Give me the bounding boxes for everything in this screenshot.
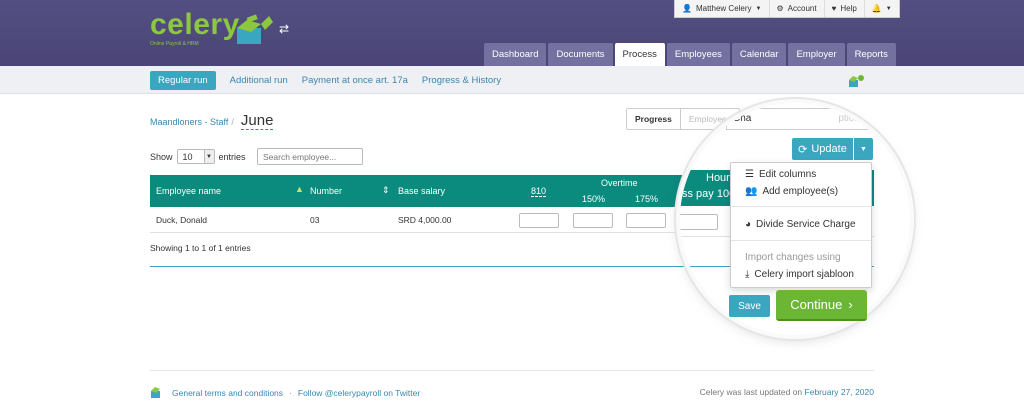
- subnav-progress-history[interactable]: Progress & History: [422, 75, 501, 86]
- menu-divide-service-charge-label: Divide Service Charge: [756, 219, 856, 230]
- show-label: Show: [150, 151, 173, 162]
- table-info: Showing 1 to 1 of 1 entries: [150, 243, 251, 253]
- nav-documents[interactable]: Documents: [548, 43, 613, 66]
- page-size-select[interactable]: 10 ▼: [176, 149, 215, 164]
- page-size-control: Show 10 ▼ entries: [150, 149, 246, 164]
- subnav-regular-run[interactable]: Regular run: [150, 71, 216, 90]
- continue-label: Continue: [790, 297, 843, 312]
- nav-dashboard[interactable]: Dashboard: [484, 43, 547, 66]
- menu-divider: [731, 206, 871, 207]
- heart-icon: ♥: [831, 4, 837, 13]
- search-employee-input[interactable]: [257, 148, 363, 165]
- nav-employees[interactable]: Employees: [666, 43, 730, 66]
- pie-chart-icon: ◕: [745, 219, 752, 230]
- account-menu[interactable]: ⚙ Account: [770, 0, 825, 17]
- toggle-changes[interactable]: Cha ptions: [726, 108, 874, 130]
- menu-celery-import[interactable]: ⤓ Celery import sjabloon: [745, 269, 854, 280]
- footer-celery-icon: [150, 385, 166, 401]
- col-code-810[interactable]: 810: [531, 186, 547, 197]
- toggle-progress[interactable]: Progress: [627, 109, 681, 129]
- menu-edit-columns[interactable]: ☰ Edit columns: [745, 169, 816, 180]
- sub-nav: Regular run Additional run Payment at on…: [0, 66, 1024, 94]
- user-topbar: 👤 Matthew Celery ▼ ⚙ Account ♥ Help 🔔 ▼: [674, 0, 900, 18]
- save-button[interactable]: Save: [729, 295, 770, 317]
- logo-wordmark: celery: [150, 8, 240, 41]
- breadcrumb: Maandloners - Staff / June: [150, 112, 274, 130]
- user-icon: 👤: [682, 4, 692, 13]
- user-menu[interactable]: 👤 Matthew Celery ▼: [675, 0, 770, 17]
- user-name: Matthew Celery: [695, 4, 752, 13]
- input-gross-pay[interactable]: [680, 214, 718, 230]
- continue-button[interactable]: Continue ›: [776, 290, 867, 321]
- columns-icon: ☰: [745, 169, 754, 180]
- cell-base-salary: SRD 4,000.00: [398, 215, 452, 225]
- update-button[interactable]: ⟳ Update: [792, 138, 853, 160]
- nav-calendar[interactable]: Calendar: [731, 43, 787, 66]
- col-employee-name[interactable]: Employee name: [156, 186, 221, 196]
- menu-divide-service-charge[interactable]: ◕ Divide Service Charge: [745, 219, 856, 230]
- page-size-value: 10: [182, 151, 193, 162]
- caret-down-icon: ▼: [203, 150, 214, 163]
- input-code-810[interactable]: [519, 213, 559, 228]
- col-overtime: Overtime: [601, 178, 638, 188]
- input-overtime-150[interactable]: [573, 213, 613, 228]
- sort-both-icon[interactable]: ⇕: [382, 185, 390, 196]
- menu-divider: [731, 240, 871, 241]
- nav-employer[interactable]: Employer: [788, 43, 845, 66]
- page-footer: General terms and conditions · Follow @c…: [150, 370, 874, 407]
- logo-tagline: Online Payroll & HRM: [150, 41, 199, 47]
- cell-employee-name: Duck, Donald: [156, 215, 208, 225]
- add-user-icon: 👥: [745, 186, 758, 197]
- refresh-icon: ⟳: [798, 143, 808, 156]
- breadcrumb-separator: /: [231, 117, 234, 127]
- subnav-additional-run[interactable]: Additional run: [230, 75, 288, 86]
- entries-label: entries: [218, 151, 246, 162]
- breadcrumb-parent[interactable]: Maandloners - Staff: [150, 117, 228, 127]
- last-updated-date[interactable]: February 27, 2020: [805, 387, 874, 397]
- subnav-payment-at-once[interactable]: Payment at once art. 17a: [302, 75, 408, 86]
- main-nav: Dashboard Documents Process Employees Ca…: [484, 43, 896, 66]
- update-dropdown-toggle[interactable]: ▼: [854, 138, 873, 160]
- menu-import-header: Import changes using: [745, 252, 841, 263]
- terms-link[interactable]: General terms and conditions: [172, 388, 283, 398]
- twitter-link[interactable]: Follow @celerypayroll on Twitter: [298, 388, 420, 398]
- toggle-changes-label: Cha: [733, 113, 752, 124]
- sort-asc-icon[interactable]: ▲: [295, 184, 304, 194]
- celery-logo[interactable]: celery Online Payroll & HRM: [150, 8, 240, 48]
- menu-edit-columns-label: Edit columns: [758, 169, 817, 180]
- cell-number: 03: [310, 215, 320, 225]
- col-overtime-150[interactable]: 150%: [582, 194, 605, 204]
- nav-process[interactable]: Process: [614, 43, 665, 66]
- help-menu[interactable]: ♥ Help: [825, 0, 865, 17]
- toggle-options-label: ptions: [838, 113, 865, 124]
- help-label: Help: [840, 4, 857, 13]
- update-dropdown-menu: ☰ Edit columns 👥 Add employee(s) ◕ Divid…: [730, 162, 872, 288]
- input-overtime-175[interactable]: [626, 213, 666, 228]
- gear-icon: ⚙: [776, 4, 784, 13]
- import-icon: ⤓: [745, 269, 750, 280]
- col-base-salary[interactable]: Base salary: [398, 186, 445, 196]
- footer-separator: ·: [289, 388, 292, 398]
- caret-down-icon: ▼: [755, 5, 762, 12]
- caret-down-icon: ▼: [885, 5, 892, 12]
- caret-down-icon: ▼: [860, 145, 867, 153]
- switch-company-icon[interactable]: ⇄: [279, 22, 289, 36]
- last-updated-prefix: Celery was last updated on: [699, 387, 803, 397]
- bell-icon: 🔔: [871, 4, 882, 13]
- col-overtime-175[interactable]: 175%: [635, 194, 658, 204]
- account-label: Account: [787, 4, 817, 13]
- chevron-right-icon: ›: [848, 297, 853, 312]
- col-number[interactable]: Number: [310, 186, 342, 196]
- app-header: celery Online Payroll & HRM ⇄ 👤 Matthew …: [0, 0, 1024, 66]
- celery-badge-icon[interactable]: [848, 74, 864, 90]
- menu-add-employees[interactable]: 👥 Add employee(s): [745, 186, 838, 197]
- period-selector[interactable]: June: [240, 112, 274, 130]
- menu-add-employees-label: Add employee(s): [762, 186, 839, 197]
- last-updated: Celery was last updated on February 27, …: [700, 387, 874, 397]
- nav-reports[interactable]: Reports: [846, 43, 896, 66]
- celery-box-icon: [233, 14, 277, 48]
- menu-celery-import-label: Celery import sjabloon: [754, 269, 854, 280]
- notifications-menu[interactable]: 🔔 ▼: [865, 0, 899, 17]
- update-label: Update: [811, 143, 847, 155]
